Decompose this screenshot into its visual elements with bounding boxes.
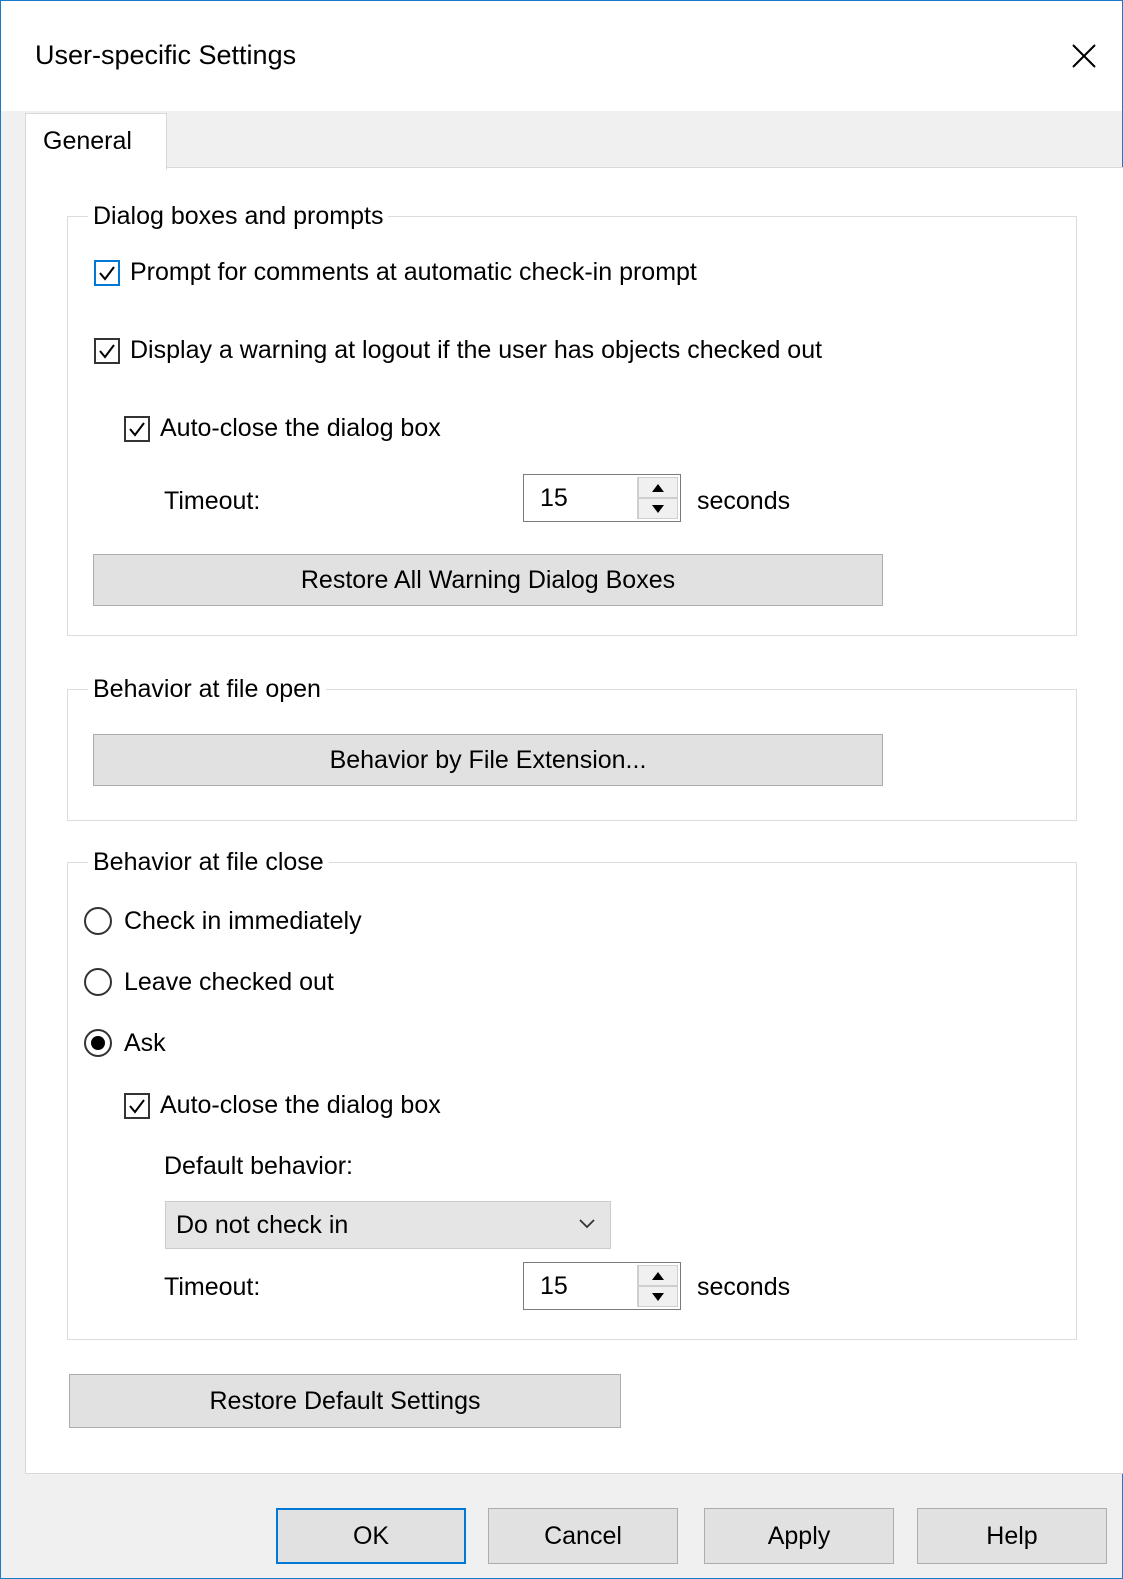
default-behavior-value: Do not check in (176, 1211, 349, 1239)
radio-leave-checked-out[interactable] (84, 968, 112, 996)
warning-logout-checkbox[interactable] (94, 338, 120, 364)
checkmark-icon (99, 344, 115, 359)
tab-general-label: General (43, 127, 132, 155)
radio-check-in-immediately[interactable] (84, 907, 112, 935)
close-icon (1072, 44, 1096, 68)
auto-close-checkbox[interactable] (124, 416, 150, 442)
prompt-comments-checkbox[interactable] (94, 260, 120, 286)
timeout-value[interactable]: 15 (540, 483, 568, 513)
apply-label: Apply (767, 1521, 831, 1550)
timeout-unit: seconds (697, 487, 791, 515)
restore-defaults-button[interactable]: Restore Default Settings (69, 1374, 621, 1428)
file-close-legend: Behavior at file close (88, 847, 329, 877)
title-bar: User-specific Settings (1, 1, 1122, 111)
restore-warnings-label: Restore All Warning Dialog Boxes (300, 565, 676, 594)
behavior-by-extension-button[interactable]: Behavior by File Extension... (93, 734, 883, 786)
file-open-legend: Behavior at file open (88, 674, 326, 704)
close-auto-close-checkbox[interactable] (124, 1093, 150, 1119)
close-timeout-unit: seconds (697, 1273, 791, 1301)
behavior-by-extension-label: Behavior by File Extension... (329, 745, 647, 774)
restore-defaults-label: Restore Default Settings (209, 1386, 481, 1415)
radio-leave-checked-out-label[interactable]: Leave checked out (124, 967, 334, 997)
arrow-up-icon (652, 483, 664, 492)
default-behavior-select[interactable]: Do not check in (165, 1201, 611, 1249)
chevron-down-icon (579, 1219, 595, 1229)
restore-warnings-button[interactable]: Restore All Warning Dialog Boxes (93, 554, 883, 606)
spin-down-button[interactable] (638, 498, 678, 519)
apply-button[interactable]: Apply (704, 1508, 894, 1564)
close-auto-close-label[interactable]: Auto-close the dialog box (160, 1090, 441, 1120)
ok-button[interactable]: OK (276, 1508, 466, 1564)
checkmark-icon (129, 422, 145, 437)
tab-panel-general: Dialog boxes and prompts Prompt for comm… (25, 167, 1123, 1474)
close-button[interactable] (1059, 31, 1109, 81)
timeout-spin-buttons (637, 477, 678, 519)
timeout-stepper[interactable]: 15 (523, 474, 681, 522)
radio-selected-dot (91, 1036, 105, 1050)
ok-label: OK (352, 1521, 390, 1550)
radio-ask-label[interactable]: Ask (124, 1028, 166, 1058)
arrow-down-icon (652, 1292, 664, 1301)
arrow-down-icon (652, 504, 664, 513)
help-button[interactable]: Help (917, 1508, 1107, 1564)
warning-logout-label[interactable]: Display a warning at logout if the user … (130, 335, 822, 365)
window-title: User-specific Settings (35, 40, 297, 70)
default-behavior-label: Default behavior: (164, 1152, 354, 1180)
spin-down-button[interactable] (638, 1286, 678, 1307)
spin-up-button[interactable] (638, 477, 678, 498)
close-timeout-spin-buttons (637, 1265, 678, 1307)
radio-ask[interactable] (84, 1029, 112, 1057)
dialogs-prompts-legend: Dialog boxes and prompts (88, 201, 389, 231)
timeout-label: Timeout: (164, 487, 261, 515)
cancel-label: Cancel (544, 1521, 622, 1550)
close-timeout-stepper[interactable]: 15 (523, 1262, 681, 1310)
prompt-comments-label[interactable]: Prompt for comments at automatic check-i… (130, 257, 697, 287)
checkmark-icon (99, 266, 115, 281)
auto-close-label[interactable]: Auto-close the dialog box (160, 413, 441, 443)
close-timeout-label: Timeout: (164, 1273, 261, 1301)
settings-dialog: User-specific Settings General Dialog bo… (0, 0, 1123, 1579)
arrow-up-icon (652, 1271, 664, 1280)
cancel-button[interactable]: Cancel (488, 1508, 678, 1564)
checkmark-icon (129, 1099, 145, 1114)
radio-check-in-immediately-label[interactable]: Check in immediately (124, 906, 362, 936)
tab-general[interactable]: General (25, 113, 167, 170)
help-label: Help (986, 1521, 1038, 1550)
close-timeout-value[interactable]: 15 (540, 1271, 568, 1301)
spin-up-button[interactable] (638, 1265, 678, 1286)
